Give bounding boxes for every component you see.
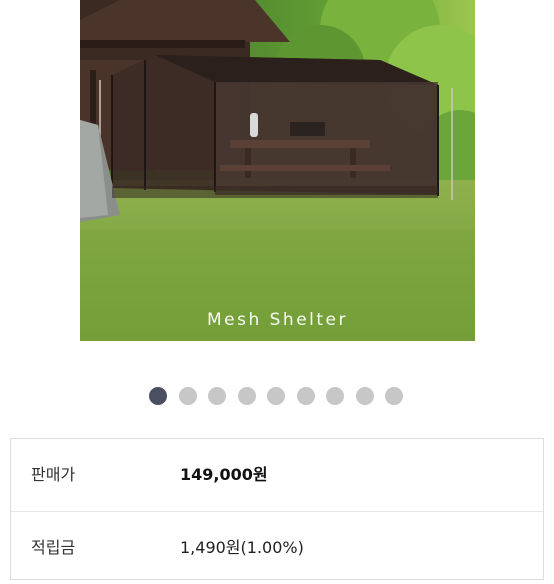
product-photo	[80, 0, 475, 341]
price-value: 149,000원	[180, 465, 268, 484]
image-caption: Mesh Shelter	[206, 310, 349, 330]
carousel-dot-3[interactable]	[208, 387, 226, 405]
carousel-dot-7[interactable]	[326, 387, 344, 405]
product-image[interactable]: Mesh Shelter	[80, 0, 475, 341]
carousel-dot-6[interactable]	[297, 387, 315, 405]
carousel-dot-4[interactable]	[238, 387, 256, 405]
carousel-dot-5[interactable]	[267, 387, 285, 405]
carousel-dot-9[interactable]	[385, 387, 403, 405]
points-row: 적립금 1,490원(1.00%)	[11, 512, 543, 584]
points-label: 적립금	[31, 538, 76, 557]
product-info-table: 판매가 149,000원 적립금 1,490원(1.00%)	[10, 438, 544, 580]
carousel-dot-1[interactable]	[149, 387, 167, 405]
carousel-dot-2[interactable]	[179, 387, 197, 405]
points-value: 1,490원(1.00%)	[180, 538, 304, 557]
carousel-dot-8[interactable]	[356, 387, 374, 405]
price-label: 판매가	[31, 465, 76, 484]
image-carousel-pagination	[0, 387, 554, 407]
price-row: 판매가 149,000원	[11, 439, 543, 512]
